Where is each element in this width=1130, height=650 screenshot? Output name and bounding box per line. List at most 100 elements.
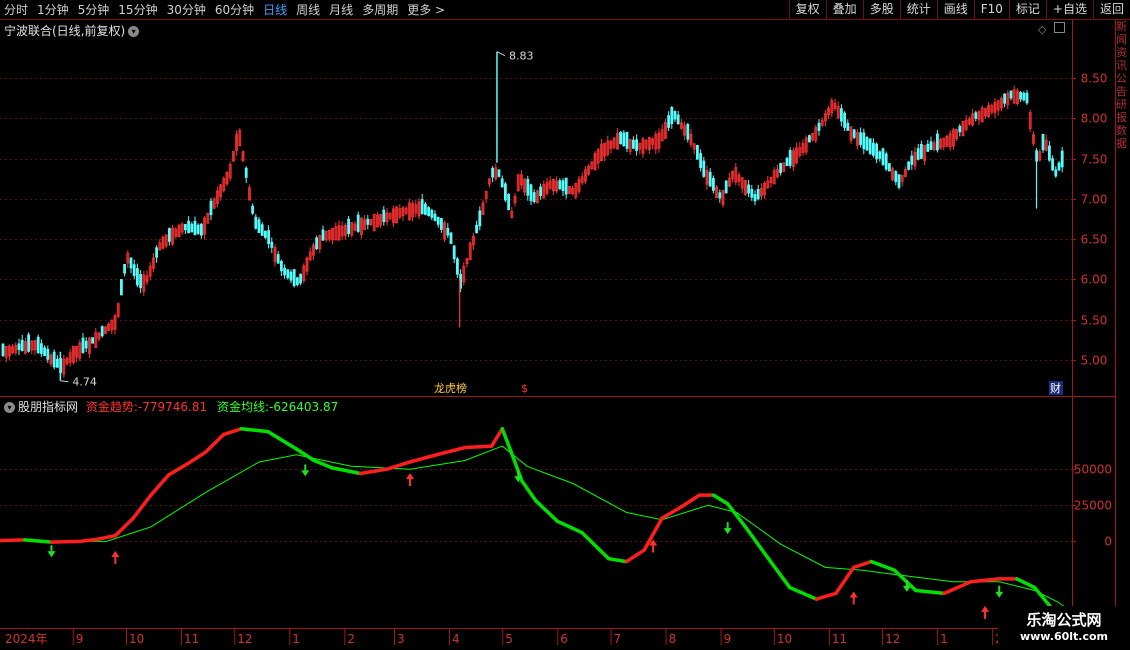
candle-body (635, 139, 638, 152)
candle-body (439, 218, 443, 230)
candle-body (859, 132, 862, 145)
candle-body (129, 257, 133, 269)
candle-body (199, 223, 203, 236)
trend-segment (711, 493, 730, 506)
trend-segment (330, 465, 363, 476)
trend-segment (580, 530, 611, 561)
candle-body (135, 268, 139, 286)
trend-segment (113, 516, 135, 538)
candle-body (718, 192, 722, 199)
trend-segment (814, 591, 838, 601)
x-tick-label-13: 9 (724, 632, 732, 646)
trend-segment (520, 478, 538, 503)
trend-segment (385, 460, 412, 471)
candle-body (81, 337, 85, 353)
candle-body (321, 229, 325, 241)
candle-body (196, 224, 200, 234)
candle-body (190, 223, 194, 233)
candle-body (267, 230, 271, 244)
finance-mark: 财 (1050, 381, 1061, 395)
candle-body (209, 200, 213, 216)
candle-body (433, 213, 437, 221)
candlesticks (1, 85, 1064, 378)
candle-body (1019, 92, 1022, 100)
trend-segment (851, 559, 874, 570)
trend-segment (500, 427, 513, 454)
candle-body (561, 180, 565, 192)
candle-body (884, 153, 888, 170)
trend-segment (23, 538, 54, 544)
candle-body (193, 220, 197, 236)
candle-body (420, 199, 424, 215)
arrow-head (111, 551, 120, 558)
candle-body (1048, 145, 1051, 161)
candle-body (100, 326, 104, 337)
candle-body (619, 131, 622, 145)
candle-body (292, 269, 296, 287)
arrow-head (405, 473, 414, 480)
candle-body (430, 209, 434, 218)
trend-segment (766, 556, 792, 590)
price-tick-label-7: 8.50 (1081, 72, 1108, 86)
candle-body (788, 150, 792, 166)
dragon-tiger-mark: 龙虎榜 (434, 381, 467, 395)
candle-body (289, 271, 293, 281)
candle-body (91, 337, 94, 344)
candle-body (283, 267, 287, 276)
candle-body (507, 193, 511, 211)
candle-body (295, 277, 299, 285)
candle-body (747, 184, 750, 194)
x-tick-label-16: 12 (885, 632, 900, 646)
candle-body (356, 214, 360, 232)
arrow-head (47, 551, 56, 558)
trend-segment (534, 499, 560, 523)
candle-body (846, 122, 850, 131)
candle-body (452, 245, 456, 260)
candle-body (910, 155, 914, 165)
price-tick-label-2: 6.00 (1081, 273, 1108, 287)
x-tick-label-12: 8 (669, 632, 677, 646)
x-tick-label-14: 10 (777, 632, 792, 646)
candle-body (423, 203, 427, 215)
candle-body (532, 192, 536, 203)
chart-canvas[interactable]: 5.00 5.50 6.00 6.50 7.00 7.50 8.00 8.50 8.83 4.74… (0, 0, 1130, 650)
arrow-head (301, 470, 310, 477)
watermark-title: 乐淘公式网 (1026, 611, 1102, 629)
candle-body (686, 123, 690, 140)
candle-body (139, 274, 143, 289)
trend-segment (914, 588, 946, 596)
trend-segment (869, 559, 897, 572)
trend-segment (78, 537, 100, 544)
candle-body (43, 347, 46, 356)
candle-body (263, 230, 267, 238)
candle-body (315, 237, 319, 250)
candle-body (20, 339, 24, 351)
x-tick-label-4: 12 (237, 632, 252, 646)
trend-segment (0, 538, 27, 543)
candle-body (872, 142, 875, 156)
candle-body (167, 228, 171, 242)
sell-arrow-6 (723, 522, 732, 535)
x-tick-label-15: 11 (832, 632, 847, 646)
right-side-tab[interactable]: 新闻资讯公告研报数据 (1116, 20, 1130, 628)
candle-body (270, 241, 274, 248)
candle-body (446, 227, 450, 236)
candle-body (449, 232, 453, 244)
price-tick-label-3: 6.50 (1081, 233, 1108, 247)
candle-body (696, 144, 699, 160)
candle-body (455, 258, 459, 275)
x-tick-label-10: 6 (560, 632, 568, 646)
arrow-head (849, 591, 858, 598)
max-price-label: 8.83 (509, 50, 533, 63)
candle-body (427, 207, 431, 217)
trend-segment (725, 502, 748, 529)
candle-body (286, 269, 290, 279)
candle-body (712, 178, 715, 191)
candle-body (1009, 90, 1013, 99)
candle-body (881, 148, 885, 165)
x-tick-label-17: 1 (940, 632, 948, 646)
candle-body (123, 263, 126, 274)
trend-segment (555, 519, 584, 535)
candle-body (756, 188, 760, 200)
avg-line (0, 445, 1072, 613)
